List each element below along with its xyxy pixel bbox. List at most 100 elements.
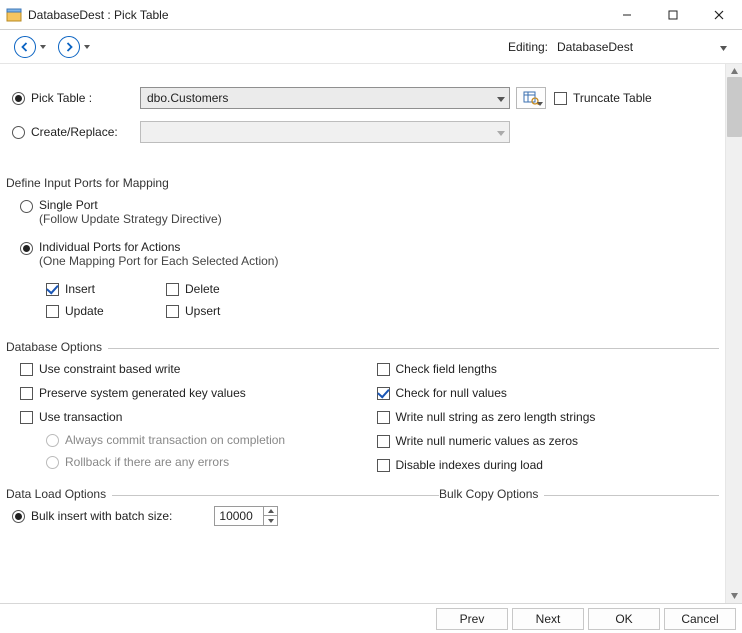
txn-rollback-label: Rollback if there are any errors	[65, 455, 229, 469]
table-browse-button[interactable]	[516, 87, 546, 109]
single-port-sub: (Follow Update Strategy Directive)	[39, 212, 222, 226]
txn-always-commit-radio: Always commit transaction on completion	[6, 429, 363, 451]
pick-table-select[interactable]: dbo.Customers	[140, 87, 510, 109]
forward-menu-caret[interactable]	[82, 36, 92, 58]
null-numeric-label: Write null numeric values as zeros	[396, 434, 579, 448]
null-numeric-checkbox[interactable]: Write null numeric values as zeros	[363, 429, 720, 453]
spin-up-button[interactable]	[263, 507, 277, 516]
radio-disabled-icon	[46, 456, 59, 469]
editing-value: DatabaseDest	[557, 40, 633, 54]
chevron-down-icon	[497, 91, 505, 105]
truncate-table-label: Truncate Table	[573, 91, 652, 105]
constraint-based-write-checkbox[interactable]: Use constraint based write	[6, 357, 363, 381]
maximize-button[interactable]	[650, 0, 696, 30]
individual-ports-radio[interactable]: Individual Ports for Actions (One Mappin…	[20, 240, 719, 268]
scrollbar-thumb[interactable]	[727, 77, 742, 137]
chevron-down-icon	[497, 125, 505, 139]
scroll-down-icon	[730, 592, 739, 600]
checkbox-empty-icon	[554, 92, 567, 105]
window-title: DatabaseDest : Pick Table	[28, 8, 169, 22]
radio-selected-icon	[20, 242, 33, 255]
next-button[interactable]: Next	[512, 608, 584, 630]
action-update-label: Update	[65, 304, 104, 318]
single-port-radio[interactable]: Single Port (Follow Update Strategy Dire…	[20, 198, 719, 226]
back-button[interactable]	[14, 36, 36, 58]
checkbox-empty-icon	[46, 305, 59, 318]
checkbox-empty-icon	[377, 435, 390, 448]
action-upsert-checkbox[interactable]: Upsert	[166, 300, 286, 322]
check-field-lengths-label: Check field lengths	[396, 362, 497, 376]
vertical-scrollbar[interactable]	[725, 64, 742, 603]
create-replace-label: Create/Replace:	[31, 125, 118, 139]
data-load-options-group: Data Load Options Bulk insert with batch…	[6, 495, 439, 528]
single-port-label: Single Port	[39, 198, 222, 212]
cancel-button[interactable]: Cancel	[664, 608, 736, 630]
truncate-table-checkbox[interactable]: Truncate Table	[554, 91, 652, 105]
ok-button[interactable]: OK	[588, 608, 660, 630]
scroll-up-icon	[730, 67, 739, 75]
pick-table-label: Pick Table :	[31, 91, 92, 105]
checkbox-empty-icon	[20, 411, 33, 424]
action-insert-checkbox[interactable]: Insert	[46, 278, 166, 300]
radio-empty-icon	[20, 200, 33, 213]
action-delete-label: Delete	[185, 282, 220, 296]
database-options-legend: Database Options	[6, 340, 108, 354]
create-replace-select	[140, 121, 510, 143]
bulk-insert-label: Bulk insert with batch size:	[31, 509, 172, 523]
check-field-lengths-checkbox[interactable]: Check field lengths	[363, 357, 720, 381]
check-null-values-label: Check for null values	[396, 386, 507, 400]
editing-select[interactable]: DatabaseDest	[552, 36, 732, 58]
create-replace-radio[interactable]: Create/Replace:	[12, 125, 140, 139]
back-menu-caret[interactable]	[38, 36, 48, 58]
radio-disabled-icon	[46, 434, 59, 447]
action-delete-checkbox[interactable]: Delete	[166, 278, 286, 300]
prev-button[interactable]: Prev	[436, 608, 508, 630]
txn-rollback-radio: Rollback if there are any errors	[6, 451, 363, 473]
minimize-button[interactable]	[604, 0, 650, 30]
preserve-keys-label: Preserve system generated key values	[39, 386, 246, 400]
data-load-legend: Data Load Options	[6, 487, 112, 501]
bulk-copy-options-group: Bulk Copy Options	[439, 495, 719, 522]
bulk-insert-radio[interactable]: Bulk insert with batch size:	[12, 509, 172, 523]
radio-selected-icon	[12, 510, 25, 523]
checkbox-empty-icon	[20, 387, 33, 400]
individual-ports-sub: (One Mapping Port for Each Selected Acti…	[39, 254, 278, 268]
disable-indexes-label: Disable indexes during load	[396, 458, 543, 472]
batch-size-input[interactable]: 10000	[214, 506, 278, 526]
checkbox-empty-icon	[166, 283, 179, 296]
action-update-checkbox[interactable]: Update	[46, 300, 166, 322]
batch-size-value: 10000	[219, 509, 252, 523]
forward-button[interactable]	[58, 36, 80, 58]
action-upsert-label: Upsert	[185, 304, 220, 318]
txn-always-commit-label: Always commit transaction on completion	[65, 433, 285, 447]
checkbox-empty-icon	[20, 363, 33, 376]
pick-table-value: dbo.Customers	[147, 91, 228, 105]
disable-indexes-checkbox[interactable]: Disable indexes during load	[363, 453, 720, 477]
spin-down-button[interactable]	[263, 516, 277, 525]
chevron-down-icon	[537, 102, 543, 106]
null-string-checkbox[interactable]: Write null string as zero length strings	[363, 405, 720, 429]
action-insert-label: Insert	[65, 282, 95, 296]
pick-table-radio[interactable]: Pick Table :	[12, 91, 140, 105]
use-transaction-checkbox[interactable]: Use transaction	[6, 405, 363, 429]
ports-section-title: Define Input Ports for Mapping	[6, 176, 719, 190]
radio-empty-icon	[12, 126, 25, 139]
titlebar: DatabaseDest : Pick Table	[0, 0, 742, 30]
app-icon	[6, 7, 22, 23]
editing-label: Editing:	[508, 40, 548, 54]
checkbox-empty-icon	[377, 459, 390, 472]
close-button[interactable]	[696, 0, 742, 30]
bulk-copy-legend: Bulk Copy Options	[439, 487, 544, 501]
chevron-down-icon	[720, 40, 727, 54]
nav-toolbar: Editing: DatabaseDest	[0, 30, 742, 64]
checkbox-checked-icon	[46, 283, 59, 296]
database-options-group: Database Options Use constraint based wr…	[6, 348, 719, 477]
preserve-keys-checkbox[interactable]: Preserve system generated key values	[6, 381, 363, 405]
constraint-based-write-label: Use constraint based write	[39, 362, 180, 376]
check-null-values-checkbox[interactable]: Check for null values	[363, 381, 720, 405]
checkbox-empty-icon	[166, 305, 179, 318]
use-transaction-label: Use transaction	[39, 410, 122, 424]
checkbox-checked-icon	[377, 387, 390, 400]
radio-selected-icon	[12, 92, 25, 105]
checkbox-empty-icon	[377, 363, 390, 376]
